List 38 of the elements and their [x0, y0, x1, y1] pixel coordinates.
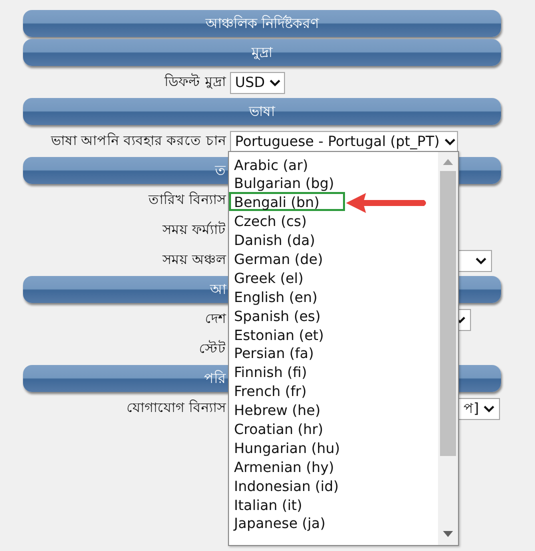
dropdown-option[interactable]: Persian (fa)	[229, 343, 345, 362]
chevron-down-icon	[475, 256, 487, 264]
dropdown-option[interactable]: Spanish (es)	[229, 306, 345, 325]
chevron-down-icon	[444, 138, 456, 146]
field-label: তারিখ বিন্যাস	[148, 190, 226, 210]
dropdown-option[interactable]: Japanese (ja)	[229, 513, 345, 532]
chevron-down-icon	[268, 78, 281, 86]
dropdown-option[interactable]: Hebrew (he)	[229, 400, 345, 419]
section-header: মুদ্রা	[23, 39, 501, 66]
field-label: ভাষা আপনি ব্যবহার করতে চান	[50, 132, 226, 151]
scrollbar-thumb[interactable]	[440, 170, 456, 456]
dropdown-select[interactable]: Portuguese - Portugal (pt_PT)	[230, 130, 458, 152]
scroll-up-icon[interactable]	[443, 158, 453, 164]
section-header: ভাষা	[23, 98, 501, 125]
dropdown-option[interactable]: German (de)	[229, 248, 345, 268]
field-label: সময় অঞ্চল	[162, 251, 226, 270]
dropdown-select[interactable]: USD	[230, 72, 285, 94]
field-label: সময় ফর্ম্যাট	[162, 220, 226, 240]
dropdown-option[interactable]: Estonian (et)	[229, 324, 345, 344]
field-label: দেশ	[205, 310, 226, 329]
field-label: স্টেট	[199, 339, 226, 359]
dropdown-option[interactable]: Arabic (ar)	[229, 154, 345, 174]
section-header: আঞ্চলিক নির্দিষ্টকরণ	[23, 10, 501, 37]
scroll-down-icon[interactable]	[443, 530, 453, 536]
field-label: যোগাযোগ বিন্যাস	[126, 398, 226, 418]
dropdown-option[interactable]: Croatian (hr)	[229, 418, 345, 438]
dropdown-option[interactable]: Bengali (bn)	[229, 192, 345, 212]
dropdown-option[interactable]: Danish (da)	[229, 230, 345, 249]
dropdown-option[interactable]: Armenian (hy)	[229, 456, 345, 476]
dropdown-option[interactable]: Italian (it)	[229, 494, 345, 514]
dropdown-option[interactable]: Indonesian (id)	[229, 476, 345, 495]
dropdown-option[interactable]: English (en)	[229, 286, 345, 306]
chevron-down-icon	[483, 404, 495, 412]
dropdown-option[interactable]: Czech (cs)	[229, 211, 345, 230]
field-label: ডিফল্ট মুদ্রা	[164, 72, 226, 92]
dropdown-option[interactable]: Hungarian (hu)	[229, 438, 345, 457]
scrollbar[interactable]	[438, 152, 458, 544]
dropdown-option[interactable]: Finnish (fi)	[229, 362, 345, 382]
